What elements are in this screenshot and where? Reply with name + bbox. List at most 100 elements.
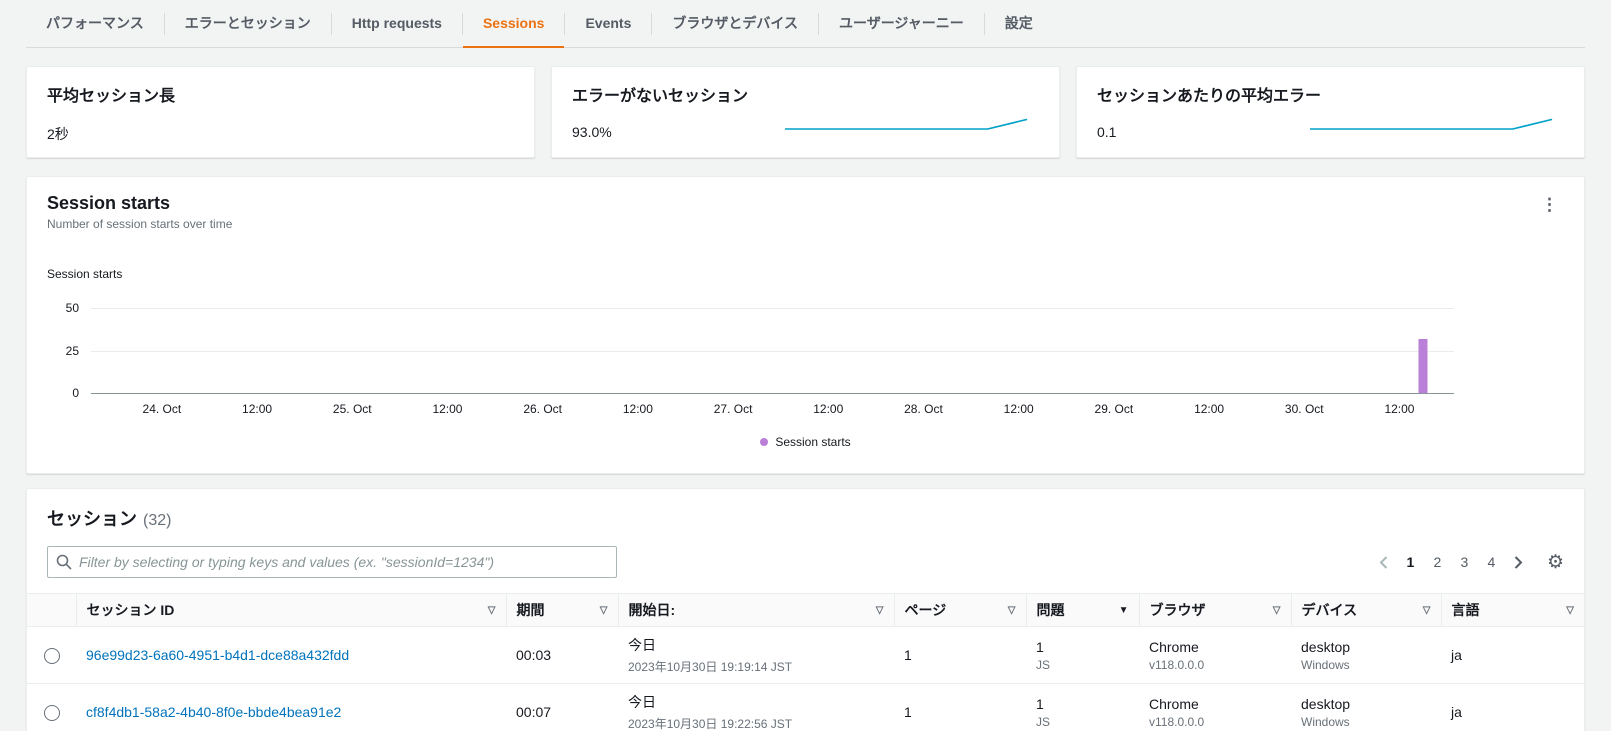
filter-icon[interactable]: ▽ [1566, 605, 1574, 616]
kebab-menu-icon[interactable]: ⋮ [1535, 193, 1564, 217]
x-tick-label: 12:00 [432, 402, 463, 416]
card-title: 平均セッション長 [47, 88, 176, 105]
column-label: 言語 [1451, 602, 1480, 618]
next-page-icon[interactable] [1506, 550, 1531, 575]
filter-icon[interactable]: ▽ [488, 605, 496, 616]
x-tick-label: 26. Oct [523, 402, 563, 416]
issues-count: 1 [1036, 638, 1044, 655]
column-header-pages[interactable]: ページ ▽ [893, 593, 1026, 627]
column-header-browser[interactable]: ブラウザ ▽ [1138, 593, 1291, 627]
column-header-issues[interactable]: 問題 ▼ [1025, 593, 1139, 627]
card-error-free-sessions: エラーがないセッション 93.0% [551, 66, 1060, 158]
table-row: 96e99d23-6a60-4951-b4d1-dce88a432fdd 00:… [27, 626, 1584, 684]
duration-cell: 00:03 [506, 626, 618, 684]
sparkline-chart [785, 118, 1028, 130]
table-settings-gear-icon[interactable]: ⚙ [1547, 553, 1564, 572]
panel-title: Session starts [47, 193, 171, 213]
card-title: エラーがないセッション [572, 88, 749, 105]
card-title: セッションあたりの平均エラー [1097, 88, 1322, 105]
filter-icon[interactable]: ▽ [1008, 605, 1016, 616]
y-axis-label: Session starts [47, 267, 123, 281]
x-tick-label: 12:00 [1003, 402, 1034, 416]
start-day: 今日 [628, 637, 656, 653]
tab-browsers-and-devices[interactable]: ブラウザとデバイス [652, 0, 818, 48]
column-label: 期間 [516, 602, 545, 618]
filter-icon[interactable]: ▽ [1423, 605, 1431, 616]
row-select-radio[interactable] [43, 647, 60, 664]
page-button-4[interactable]: 4 [1479, 550, 1504, 575]
pages-cell: 1 [894, 626, 1026, 684]
device-os: Windows [1301, 657, 1350, 672]
tab-errors-and-sessions[interactable]: エラーとセッション [165, 0, 331, 48]
column-header-start-date[interactable]: 開始日: ▽ [617, 593, 894, 627]
column-header-session-id[interactable]: セッション ID ▽ [75, 593, 506, 627]
x-tick-label: 24. Oct [142, 402, 182, 416]
filter-icon[interactable]: ▽ [1273, 605, 1281, 616]
column-header-language[interactable]: 言語 ▽ [1440, 593, 1584, 627]
card-average-errors-per-session: セッションあたりの平均エラー 0.1 [1076, 66, 1585, 158]
browser-cell: Chrome v118.0.0.0 [1139, 626, 1291, 684]
tab-http-requests[interactable]: Http requests [332, 0, 462, 48]
x-tick-label: 29. Oct [1094, 402, 1134, 416]
panel-subtitle: Number of session starts over time [47, 217, 233, 231]
issues-cell: 1 JS [1026, 683, 1139, 731]
column-label: ページ [904, 602, 947, 618]
page-button-2[interactable]: 2 [1425, 550, 1450, 575]
language-cell: ja [1441, 626, 1584, 684]
tab-events[interactable]: Events [565, 0, 651, 48]
legend-label: Session starts [775, 435, 851, 449]
gridline [91, 350, 1454, 352]
tab-settings[interactable]: 設定 [985, 0, 1053, 48]
tab-performance[interactable]: パフォーマンス [26, 0, 164, 48]
column-header-device[interactable]: デバイス ▽ [1290, 593, 1441, 627]
tab-sessions[interactable]: Sessions [462, 0, 565, 48]
column-label: ブラウザ [1149, 602, 1206, 618]
issues-type: JS [1036, 714, 1051, 729]
session-starts-bar[interactable] [1418, 338, 1428, 393]
prev-page-icon[interactable] [1371, 550, 1396, 575]
x-tick-label: 30. Oct [1284, 402, 1324, 416]
column-header-duration[interactable]: 期間 ▽ [505, 593, 618, 627]
page: パフォーマンス エラーとセッション Http requests Sessions… [0, 0, 1611, 731]
sessions-count: (32) [143, 512, 172, 529]
filter-input[interactable] [47, 546, 617, 578]
x-tick-label: 12:00 [813, 402, 844, 416]
device-type: desktop [1301, 638, 1351, 655]
chart-legend-item[interactable]: Session starts [47, 435, 1564, 449]
device-cell: desktop Windows [1291, 683, 1441, 731]
gridline [91, 393, 1454, 394]
sort-descending-icon[interactable]: ▼ [1119, 605, 1129, 616]
y-tick-label: 50 [65, 301, 79, 315]
x-tick-label: 12:00 [622, 402, 653, 416]
browser-name: Chrome [1149, 638, 1199, 655]
search-icon [56, 554, 72, 570]
device-cell: desktop Windows [1291, 626, 1441, 684]
issues-cell: 1 JS [1026, 626, 1139, 684]
x-tick-label: 28. Oct [904, 402, 943, 416]
session-id-link[interactable]: 96e99d23-6a60-4951-b4d1-dce88a432fdd [86, 647, 349, 663]
sessions-title: セッション [47, 509, 137, 529]
start-timestamp: 2023年10月30日 19:19:14 JST [628, 660, 793, 674]
sessions-panel: セッション (32) 1 2 3 4 [26, 488, 1585, 731]
table-row: cf8f4db1-58a2-4b40-8f0e-bbde4bea91e2 00:… [27, 683, 1584, 731]
tab-bar: パフォーマンス エラーとセッション Http requests Sessions… [26, 0, 1585, 48]
filter-icon[interactable]: ▽ [876, 605, 884, 616]
row-select-radio[interactable] [43, 704, 60, 721]
device-os: Windows [1301, 714, 1350, 729]
page-button-1[interactable]: 1 [1398, 550, 1423, 575]
page-button-3[interactable]: 3 [1452, 550, 1477, 575]
start-date-cell: 今日 2023年10月30日 19:19:14 JST [618, 626, 894, 684]
metric-cards-row: 平均セッション長 2秒 エラーがないセッション 93.0% セッションあたりの平… [26, 66, 1585, 158]
tab-user-journey[interactable]: ユーザージャーニー [819, 0, 984, 48]
table-header-row: セッション ID ▽ 期間 ▽ 開始日: ▽ ページ ▽ 問題 ▼ ブラウザ ▽… [27, 593, 1584, 627]
sparkline-chart [1310, 118, 1553, 130]
card-value: 2秒 [47, 126, 69, 142]
pagination: 1 2 3 4 ⚙ [1371, 550, 1564, 575]
column-label: 開始日: [628, 602, 676, 618]
browser-name: Chrome [1149, 695, 1199, 712]
y-tick-label: 0 [72, 386, 79, 400]
session-id-link[interactable]: cf8f4db1-58a2-4b40-8f0e-bbde4bea91e2 [86, 704, 341, 720]
browser-version: v118.0.0.0 [1149, 714, 1205, 729]
device-type: desktop [1301, 695, 1351, 712]
filter-icon[interactable]: ▽ [600, 605, 608, 616]
